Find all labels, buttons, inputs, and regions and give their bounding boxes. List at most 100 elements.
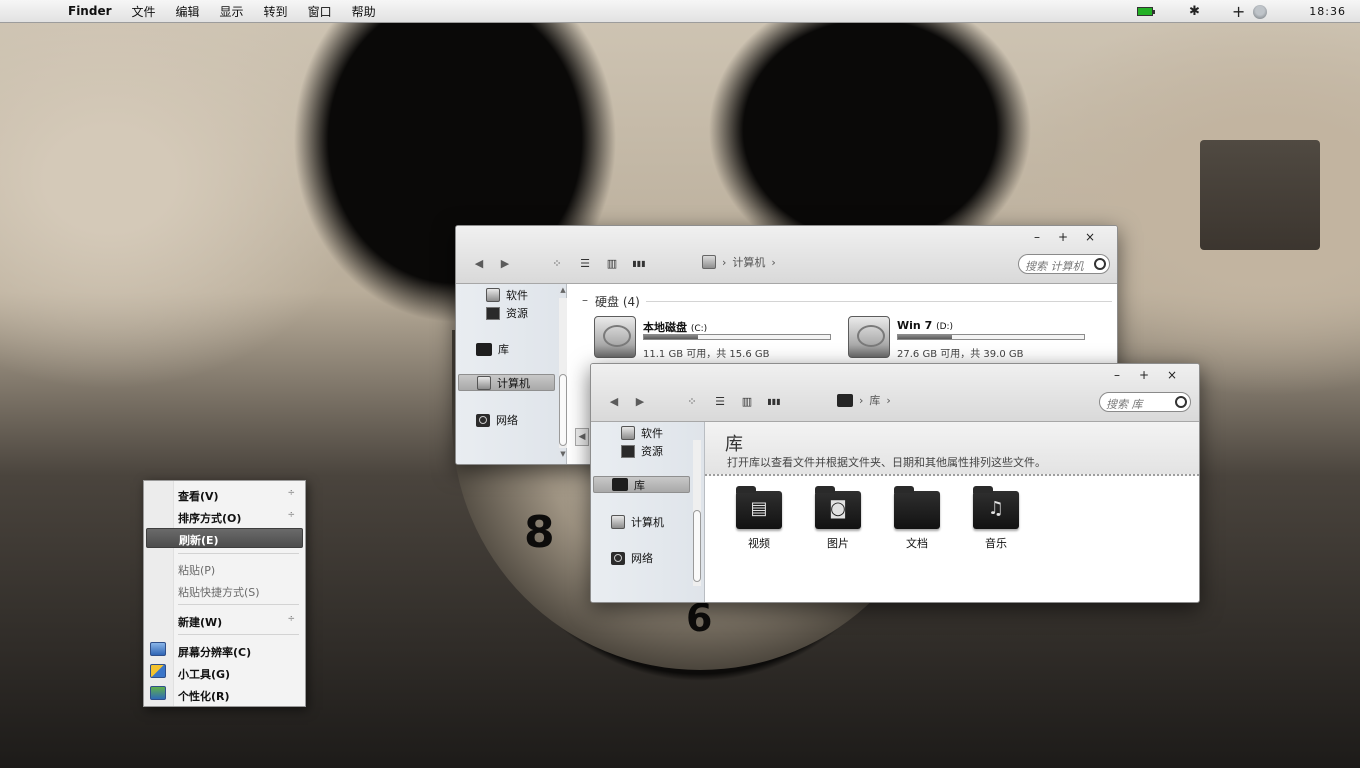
context-menu-item-gadgets[interactable]: 小工具(G) bbox=[144, 662, 305, 682]
sidebar-item-resources[interactable]: 资源 bbox=[621, 443, 663, 459]
minimize-button[interactable]: – bbox=[1030, 230, 1044, 244]
breadcrumb-sep-icon: › bbox=[859, 393, 864, 407]
scroll-down-arrow-icon[interactable]: ▼ bbox=[558, 450, 568, 458]
documents-folder-icon bbox=[894, 486, 940, 529]
drive-name-text: Win 7 bbox=[897, 319, 933, 332]
sidebar-item-software[interactable]: 软件 bbox=[621, 425, 663, 441]
forward-button[interactable]: ▶ bbox=[498, 257, 512, 270]
submenu-arrow-icon: ÷ bbox=[287, 614, 295, 624]
breadcrumb-item-computer[interactable]: 计算机 bbox=[732, 254, 765, 270]
menu-window[interactable]: 窗口 bbox=[298, 3, 342, 20]
drive-name: 本地磁盘 (C:) bbox=[643, 319, 707, 335]
pictures-folder-icon: ◙ bbox=[815, 486, 861, 529]
breadcrumb-sep-icon[interactable]: › bbox=[771, 256, 775, 269]
sidebar-item-network[interactable]: 网络 bbox=[611, 550, 653, 566]
context-menu-item-new[interactable]: 新建(W) ÷ bbox=[144, 610, 305, 630]
library-item-videos[interactable]: ▤ 视频 bbox=[731, 486, 787, 551]
context-menu-label: 排序方式(O) bbox=[178, 512, 242, 525]
window-toolbar: – + × ◀ ▶ ⁘ ☰ ▥ ▮▮▮ › 计算机 › 搜索 计算机 bbox=[456, 226, 1117, 284]
music-note-icon: ♫ bbox=[987, 498, 1005, 519]
forward-button[interactable]: ▶ bbox=[633, 395, 647, 408]
sidebar-item-label: 软件 bbox=[641, 427, 663, 440]
list-view-button[interactable]: ☰ bbox=[713, 395, 727, 408]
submenu-arrow-icon: ÷ bbox=[287, 510, 295, 520]
drive-name-text: 本地磁盘 bbox=[643, 321, 687, 334]
coverflow-view-button[interactable]: ▮▮▮ bbox=[764, 397, 784, 406]
icon-view-button[interactable]: ⁘ bbox=[550, 257, 564, 270]
battery-icon[interactable] bbox=[1136, 7, 1155, 16]
drive-space-info: 11.1 GB 可用，共 15.6 GB bbox=[643, 349, 770, 360]
context-menu-item-refresh[interactable]: 刷新(E) bbox=[146, 528, 303, 548]
list-view-button[interactable]: ☰ bbox=[578, 257, 592, 270]
maximize-button[interactable]: + bbox=[1056, 230, 1070, 244]
search-icon[interactable] bbox=[1175, 396, 1187, 408]
maximize-button[interactable]: + bbox=[1137, 368, 1151, 382]
user-icon[interactable] bbox=[1253, 4, 1268, 19]
sidebar-item-label: 网络 bbox=[631, 552, 653, 565]
context-menu-item-screen-resolution[interactable]: 屏幕分辨率(C) bbox=[144, 640, 305, 660]
context-menu-label: 粘贴(P) bbox=[178, 564, 216, 577]
group-divider bbox=[646, 301, 1112, 302]
context-menu-label: 刷新(E) bbox=[179, 534, 219, 547]
library-item-pictures[interactable]: ◙ 图片 bbox=[810, 486, 866, 551]
library-item-documents[interactable]: 文档 bbox=[889, 486, 945, 551]
computer-icon bbox=[611, 515, 625, 529]
context-menu-item-personalize[interactable]: 个性化(R) bbox=[144, 684, 305, 704]
drive-space-info: 27.6 GB 可用，共 39.0 GB bbox=[897, 349, 1024, 360]
back-button[interactable]: ◀ bbox=[607, 395, 621, 408]
sidebar-item-software[interactable]: 软件 bbox=[486, 287, 528, 303]
back-button[interactable]: ◀ bbox=[472, 257, 486, 270]
sidebar-item-libraries[interactable]: 库 bbox=[476, 341, 509, 357]
hard-drive-icon bbox=[594, 316, 636, 358]
submenu-arrow-icon: ÷ bbox=[287, 488, 295, 498]
library-item-music[interactable]: ♫ 音乐 bbox=[968, 486, 1024, 551]
scroll-up-arrow-icon[interactable]: ▲ bbox=[558, 286, 568, 294]
sidebar-scroll-thumb[interactable] bbox=[693, 510, 701, 582]
add-icon[interactable]: + bbox=[1232, 2, 1245, 21]
minimize-button[interactable]: – bbox=[1110, 368, 1124, 382]
sidebar-item-computer[interactable]: 计算机 bbox=[611, 514, 664, 530]
menu-go[interactable]: 转到 bbox=[254, 3, 298, 20]
context-menu-separator bbox=[178, 634, 299, 635]
menu-finder[interactable]: Finder bbox=[48, 4, 122, 18]
sidebar-scroll-thumb[interactable] bbox=[559, 374, 567, 446]
column-view-button[interactable]: ▥ bbox=[605, 257, 619, 270]
search-field[interactable]: 搜索 计算机 bbox=[1018, 254, 1110, 274]
folder-icon bbox=[612, 478, 628, 491]
column-view-button[interactable]: ▥ bbox=[740, 395, 754, 408]
sidebar-item-libraries[interactable]: 库 bbox=[593, 476, 690, 493]
drive-letter: (D:) bbox=[936, 322, 954, 332]
drive-name: Win 7 (D:) bbox=[897, 319, 953, 332]
drive-usage-fill bbox=[644, 335, 698, 339]
sidebar-item-computer[interactable]: 计算机 bbox=[458, 374, 555, 391]
icon-view-button[interactable]: ⁘ bbox=[685, 395, 699, 408]
menu-view[interactable]: 显示 bbox=[210, 3, 254, 20]
search-icon[interactable] bbox=[1094, 258, 1106, 270]
close-button[interactable]: × bbox=[1083, 230, 1097, 244]
search-field[interactable]: 搜索 库 bbox=[1099, 392, 1191, 412]
context-menu-label: 查看(V) bbox=[178, 490, 219, 503]
breadcrumb-item-libraries[interactable]: 库 bbox=[869, 392, 880, 408]
breadcrumb-sep-icon[interactable]: › bbox=[886, 394, 890, 407]
bluetooth-icon[interactable]: ✱ bbox=[1189, 4, 1200, 19]
context-menu-item-sort[interactable]: 排序方式(O) ÷ bbox=[144, 506, 305, 526]
video-icon: ▤ bbox=[750, 498, 768, 519]
network-icon bbox=[611, 551, 625, 565]
sidebar-item-network[interactable]: 网络 bbox=[476, 412, 518, 428]
menu-file[interactable]: 文件 bbox=[122, 3, 166, 20]
breadcrumb: › 库 › bbox=[837, 392, 891, 408]
group-collapse-icon[interactable]: – bbox=[582, 293, 588, 307]
coverflow-view-button[interactable]: ▮▮▮ bbox=[629, 259, 649, 268]
close-button[interactable]: × bbox=[1165, 368, 1179, 382]
menu-edit[interactable]: 编辑 bbox=[166, 3, 210, 20]
context-menu-label: 新建(W) bbox=[178, 616, 223, 629]
menu-bar-clock[interactable]: 18:36 bbox=[1309, 5, 1346, 18]
sidebar-item-label: 计算机 bbox=[497, 376, 530, 390]
page-title: 库 bbox=[725, 434, 743, 455]
sidebar-item-resources[interactable]: 资源 bbox=[486, 305, 528, 321]
drive-usage-bar bbox=[897, 334, 1085, 340]
scroll-left-arrow-icon[interactable]: ◀ bbox=[575, 428, 589, 446]
context-menu-item-view[interactable]: 查看(V) ÷ bbox=[144, 484, 305, 504]
group-title: 硬盘 (4) bbox=[595, 295, 640, 309]
menu-help[interactable]: 帮助 bbox=[342, 3, 386, 20]
